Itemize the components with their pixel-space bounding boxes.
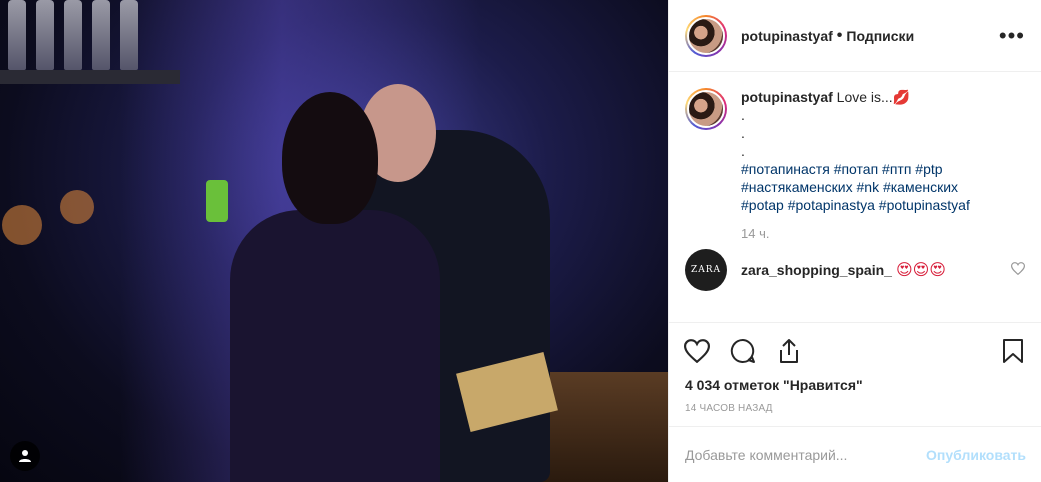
- bottle: [120, 0, 138, 70]
- caption-avatar[interactable]: [685, 88, 727, 130]
- bottle-shelf: [0, 70, 180, 84]
- small-heart-icon[interactable]: [1010, 262, 1026, 278]
- comment-icon[interactable]: [723, 331, 763, 371]
- following-button[interactable]: Подписки: [846, 28, 914, 44]
- user-icon: [19, 450, 31, 462]
- comments-section: potupinastyaf Love is...💋 . . . #потапин…: [669, 72, 1041, 322]
- commenter-username[interactable]: zara_shopping_spain_: [741, 262, 892, 278]
- bottle: [8, 0, 26, 70]
- bottle: [92, 0, 110, 70]
- green-phone: [206, 180, 228, 222]
- caption-dot: .: [741, 107, 745, 123]
- bottle: [36, 0, 54, 70]
- header-separator: •: [836, 26, 843, 44]
- actions-section: 4 034 отметок "Нравится" 14 ЧАСОВ НАЗАД: [669, 322, 1041, 414]
- caption-dot: .: [741, 143, 745, 159]
- woman-figure: [230, 210, 440, 482]
- woman-head: [282, 92, 378, 224]
- share-icon[interactable]: [769, 331, 809, 371]
- author-avatar[interactable]: [685, 14, 727, 57]
- likes-count[interactable]: 4 034 отметок "Нравится": [685, 377, 1025, 393]
- commenter-avatar[interactable]: ZARA: [685, 249, 727, 291]
- post-comment-button[interactable]: Опубликовать: [926, 447, 1026, 463]
- hashtags-line[interactable]: #potap #potapinastya #potupinastyaf: [741, 197, 970, 213]
- caption-time[interactable]: 14 ч.: [741, 226, 1025, 241]
- bokeh-light: [2, 205, 42, 245]
- post-panel: potupinastyaf • Подписки ••• potupinasty…: [668, 0, 1041, 482]
- bottle: [64, 0, 82, 70]
- tagged-user-button[interactable]: [10, 441, 40, 471]
- author-username[interactable]: potupinastyaf: [741, 28, 833, 44]
- post-timestamp[interactable]: 14 ЧАСОВ НАЗАД: [685, 403, 1025, 414]
- comment-emoji: 😍😍😍: [895, 262, 946, 279]
- caption-body: Love is...: [836, 89, 893, 105]
- kiss-emoji: 💋: [892, 89, 911, 105]
- more-options-icon[interactable]: •••: [999, 24, 1025, 47]
- comment-item: ZARA zara_shopping_spain_ 😍😍😍: [685, 249, 1026, 291]
- bokeh-light: [60, 190, 94, 224]
- action-icons: [684, 331, 1025, 371]
- bookmark-icon[interactable]: [993, 331, 1033, 371]
- post-photo[interactable]: [0, 0, 668, 482]
- add-comment-bar: Опубликовать: [669, 426, 1041, 482]
- hashtags-line[interactable]: #настякаменских #nk #каменских: [741, 179, 958, 195]
- heart-icon[interactable]: [677, 331, 717, 371]
- caption-username[interactable]: potupinastyaf: [741, 89, 833, 105]
- caption: potupinastyaf Love is...💋 . . . #потапин…: [685, 88, 1025, 214]
- caption-dot: .: [741, 125, 745, 141]
- post-header: potupinastyaf • Подписки •••: [669, 0, 1041, 72]
- comment-input[interactable]: [685, 446, 927, 463]
- caption-text: potupinastyaf Love is...💋 . . . #потапин…: [741, 88, 970, 214]
- hashtags-line[interactable]: #потапинастя #потап #птп #ptp: [741, 161, 943, 177]
